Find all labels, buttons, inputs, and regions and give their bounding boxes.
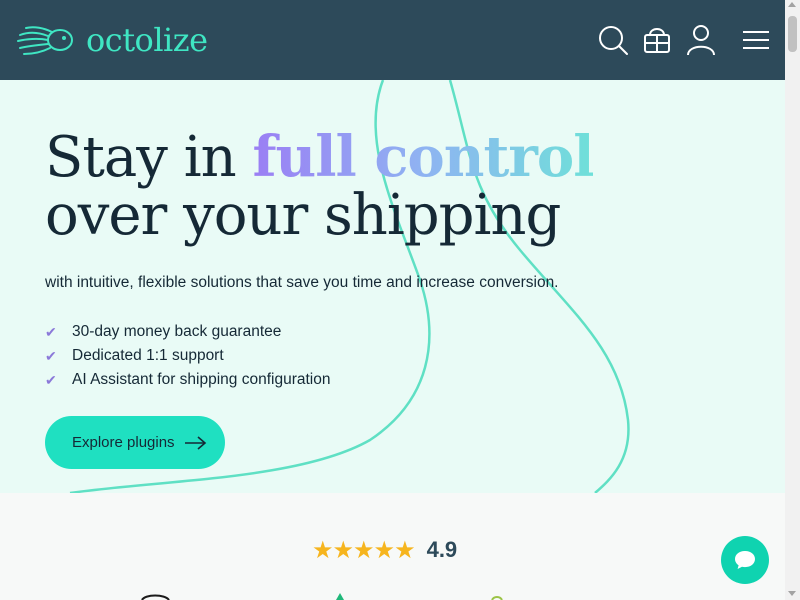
hero-section: Stay in full control over your shipping … — [0, 80, 785, 493]
scroll-up-icon[interactable] — [788, 2, 796, 7]
cart-icon[interactable] — [641, 24, 673, 56]
chat-button[interactable] — [721, 536, 769, 584]
page-scrollbar[interactable] — [785, 0, 800, 600]
cta-label: Explore plugins — [72, 434, 175, 451]
check-icon: ✔ — [45, 347, 57, 364]
list-item: ✔ Dedicated 1:1 support — [45, 344, 330, 368]
chat-icon — [735, 551, 755, 569]
brand-name: octolize — [86, 21, 208, 59]
list-item: ✔ 30-day money back guarantee — [45, 320, 330, 344]
explore-plugins-button[interactable]: Explore plugins — [45, 416, 225, 469]
octopus-logo-icon — [17, 26, 73, 55]
arrow-right-icon — [184, 435, 206, 450]
scroll-down-icon[interactable] — [788, 591, 796, 596]
logo[interactable]: octolize — [16, 20, 208, 60]
headline-prefix: Stay in — [45, 125, 253, 190]
check-icon: ✔ — [45, 323, 57, 340]
star-rating-icon: ★★★★★ — [312, 536, 416, 564]
rating-score: 4.9 — [426, 537, 458, 562]
headline-line-2: over your shipping — [45, 183, 561, 248]
hero-headline: Stay in full control over your shipping — [45, 125, 594, 248]
headline-highlight: full control — [252, 124, 594, 190]
check-icon: ✔ — [45, 371, 57, 388]
menu-icon[interactable] — [740, 24, 772, 56]
list-item: ✔ AI Assistant for shipping configuration — [45, 368, 330, 392]
rating-summary: ★★★★★ 4.9 — [312, 536, 457, 564]
benefit-text: AI Assistant for shipping configuration — [72, 371, 331, 388]
benefit-text: Dedicated 1:1 support — [72, 347, 224, 364]
site-header: octolize — [0, 0, 785, 80]
benefit-text: 30-day money back guarantee — [72, 323, 282, 340]
scrollbar-thumb[interactable] — [788, 16, 797, 52]
hero-subline: with intuitive, flexible solutions that … — [45, 274, 559, 291]
benefits-list: ✔ 30-day money back guarantee ✔ Dedicated … — [45, 320, 330, 392]
user-icon[interactable] — [685, 24, 717, 56]
partner-logos-strip — [141, 593, 503, 600]
search-icon[interactable] — [597, 24, 629, 56]
